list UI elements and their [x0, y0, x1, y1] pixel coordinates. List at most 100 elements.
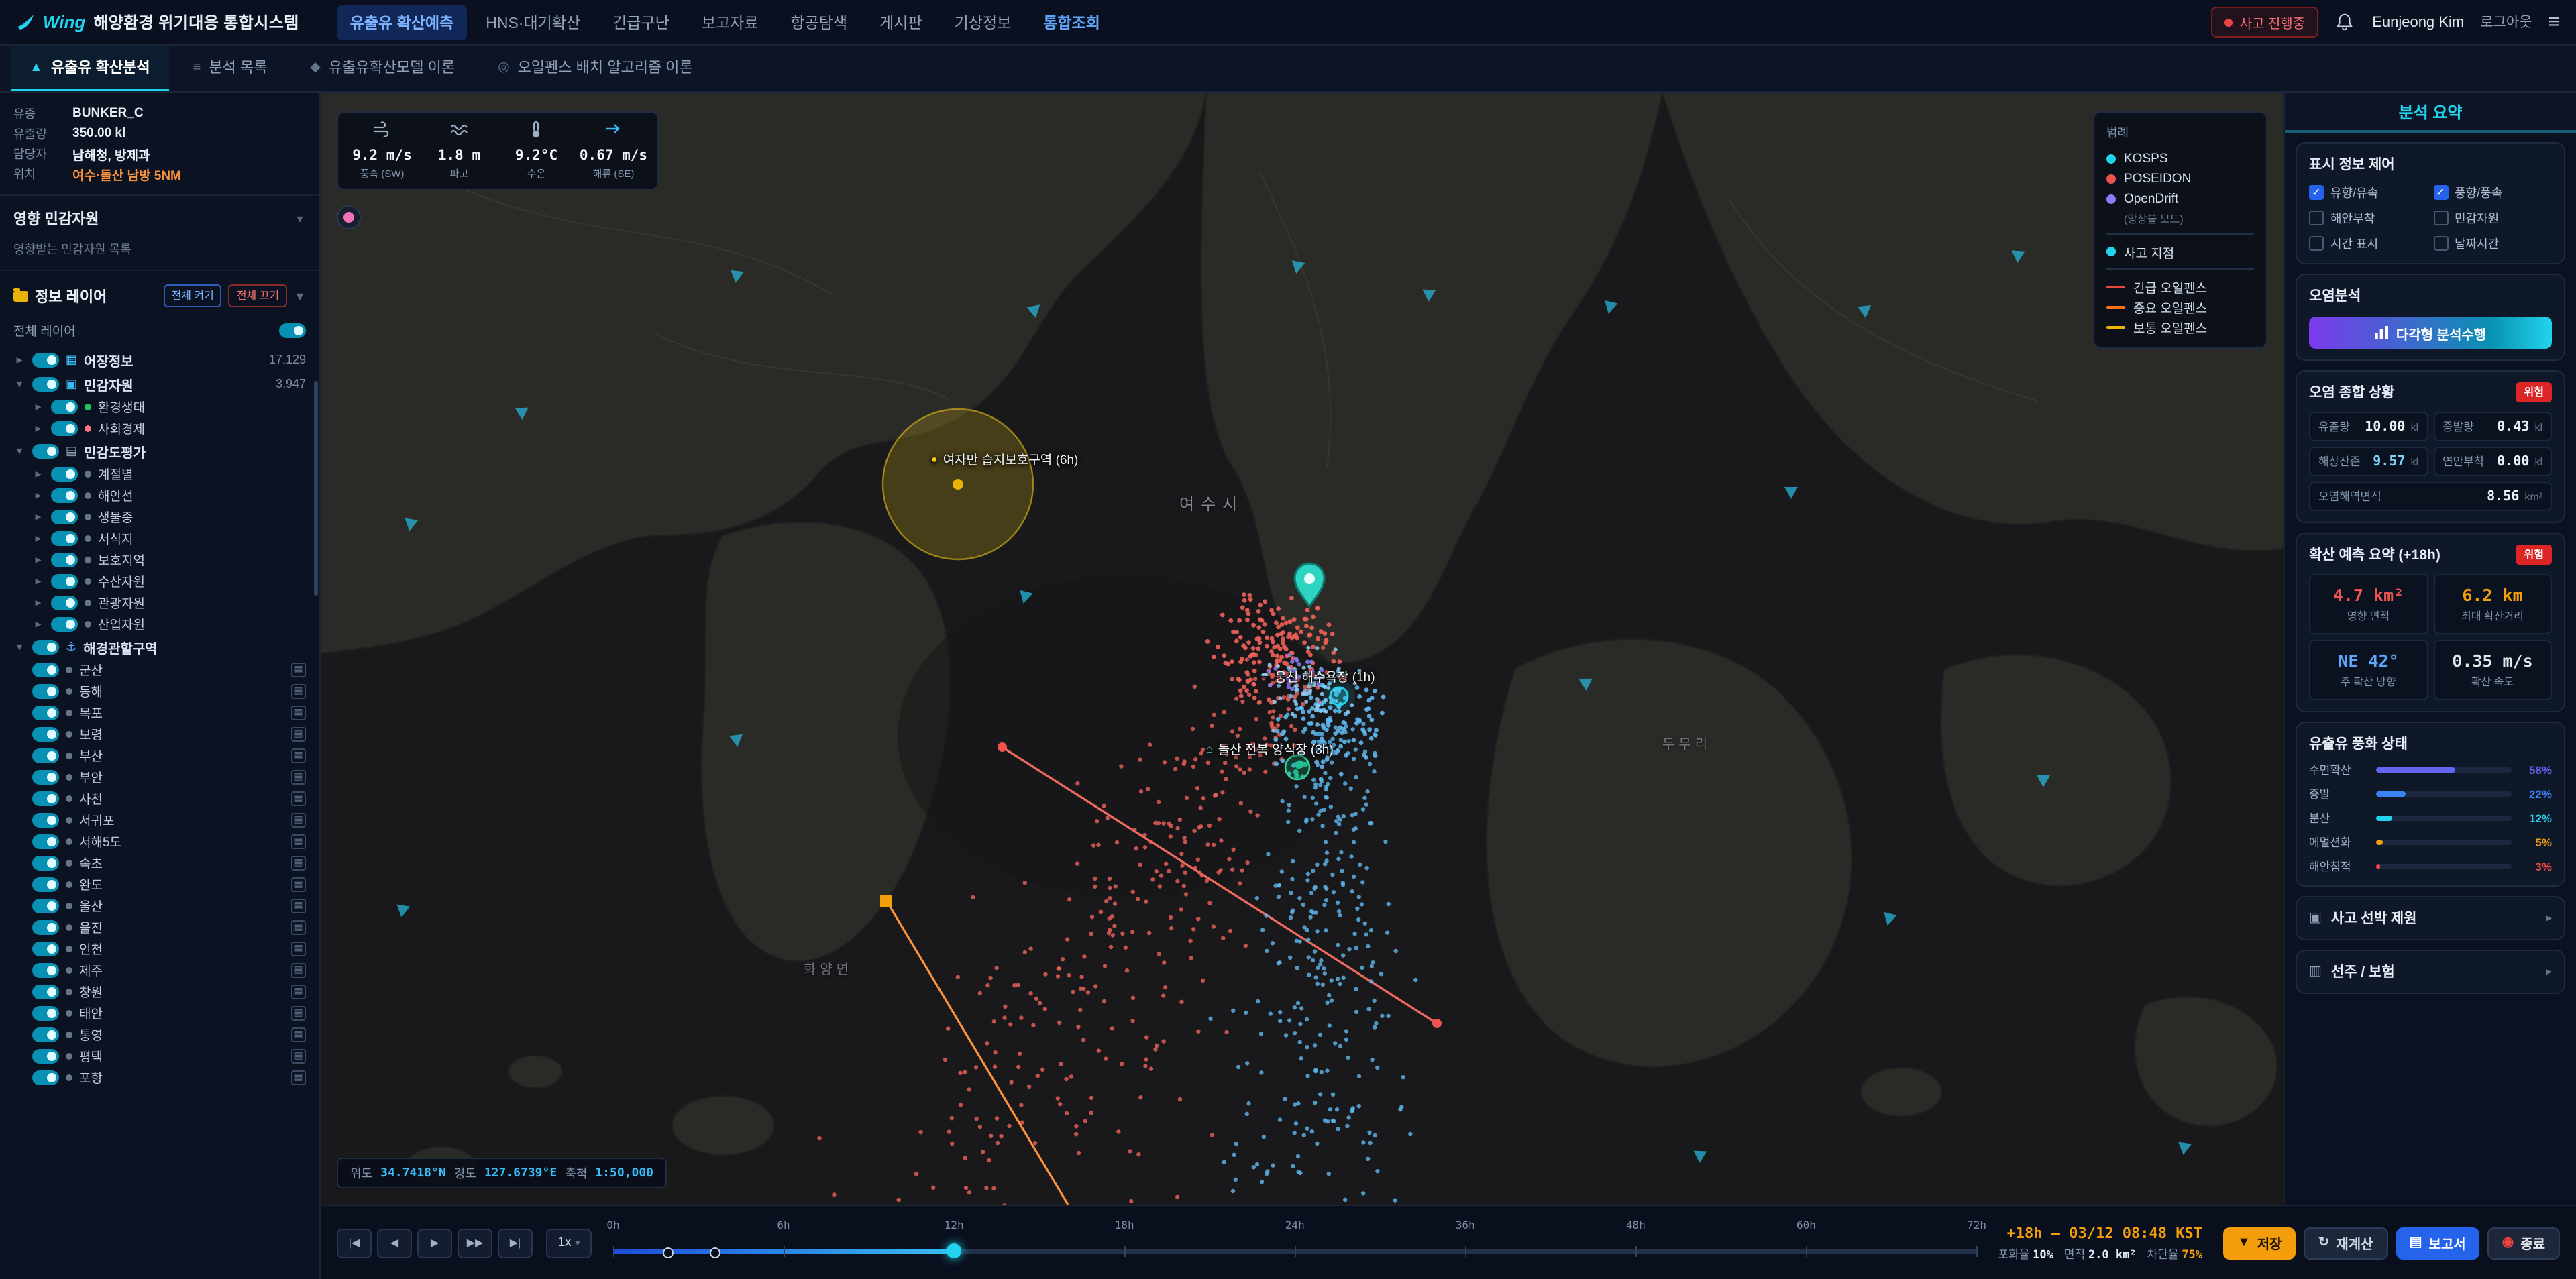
layer-item-toggle[interactable]	[32, 791, 59, 805]
nav-item[interactable]: 보고자료	[688, 5, 772, 40]
nav-item[interactable]: 통합조회	[1030, 5, 1114, 40]
caret-icon[interactable]: ▸	[32, 573, 44, 588]
fence-deploy-marker[interactable]	[710, 1247, 720, 1258]
fence-deploy-marker[interactable]	[662, 1247, 673, 1258]
layer-item-row[interactable]: 서해5도▦	[0, 830, 319, 852]
display-option[interactable]: 날짜시간	[2433, 235, 2552, 252]
layer-item-row[interactable]: ▸환경생태	[0, 396, 319, 417]
layer-item-row[interactable]: 제주▦	[0, 959, 319, 981]
all-on-button[interactable]: 전체 켜기	[163, 284, 221, 307]
layer-item-toggle[interactable]	[32, 877, 59, 891]
master-layer-toggle[interactable]	[279, 323, 306, 337]
checkbox[interactable]: ✓	[2433, 185, 2448, 200]
layer-detail-button[interactable]: ▦	[291, 726, 306, 741]
layer-detail-button[interactable]: ▦	[291, 941, 306, 956]
layer-item-toggle[interactable]	[32, 834, 59, 848]
layer-item-row[interactable]: 부산▦	[0, 744, 319, 766]
layer-detail-button[interactable]: ▦	[291, 877, 306, 891]
layer-item-toggle[interactable]	[51, 552, 78, 567]
nav-item[interactable]: HNS·대기확산	[472, 5, 594, 40]
layer-item-toggle[interactable]	[32, 1048, 59, 1063]
caret-icon[interactable]: ▸	[32, 616, 44, 631]
layer-item-row[interactable]: 울산▦	[0, 895, 319, 916]
tab[interactable]: ≡분석 목록	[174, 46, 286, 91]
user-name[interactable]: Eunjeong Kim	[2372, 14, 2464, 30]
layer-group-row[interactable]: ▸▦어장정보17,129	[0, 347, 319, 372]
layer-item-toggle[interactable]	[51, 399, 78, 414]
layer-detail-button[interactable]: ▦	[291, 834, 306, 848]
layer-item-toggle[interactable]	[32, 1027, 59, 1042]
layer-item-toggle[interactable]	[32, 726, 59, 741]
caret-icon[interactable]: ▾	[13, 639, 25, 654]
layer-group-row[interactable]: ▾▣민감자원3,947	[0, 372, 319, 396]
layer-item-row[interactable]: 평택▦	[0, 1045, 319, 1066]
nav-item[interactable]: 기상정보	[941, 5, 1025, 40]
layer-item-row[interactable]: ▸수산자원	[0, 570, 319, 592]
layer-item-row[interactable]: ▸보호지역	[0, 549, 319, 570]
layer-item-toggle[interactable]	[32, 962, 59, 977]
layer-detail-button[interactable]: ▦	[291, 1005, 306, 1020]
layer-item-row[interactable]: 보령▦	[0, 723, 319, 744]
layer-item-toggle[interactable]	[32, 748, 59, 763]
logout-button[interactable]: 로그아웃	[2480, 12, 2532, 32]
caret-icon[interactable]: ▸	[32, 488, 44, 502]
display-option[interactable]: ✓유향/유속	[2309, 184, 2428, 201]
checkbox[interactable]	[2309, 236, 2324, 251]
layer-item-row[interactable]: ▸관광자원	[0, 592, 319, 613]
layer-item-toggle[interactable]	[51, 466, 78, 481]
tab[interactable]: ◎오일펜스 배치 알고리즘 이론	[479, 46, 712, 91]
layer-item-row[interactable]: 통영▦	[0, 1023, 319, 1045]
layer-item-row[interactable]: 부안▦	[0, 766, 319, 787]
display-option[interactable]: 해안부착	[2309, 209, 2428, 227]
layer-item-row[interactable]: ▸계절별	[0, 463, 319, 484]
layer-group-row[interactable]: ▾▤민감도평가	[0, 439, 319, 463]
layer-item-toggle[interactable]	[32, 705, 59, 720]
layer-item-row[interactable]: 울진▦	[0, 916, 319, 938]
display-option[interactable]: 민감자원	[2433, 209, 2552, 227]
layer-detail-button[interactable]: ▦	[291, 962, 306, 977]
layer-item-row[interactable]: ▸생물종	[0, 506, 319, 527]
caret-icon[interactable]: ▾	[13, 443, 25, 458]
저장-button[interactable]: ▼저장	[2224, 1227, 2296, 1259]
display-option[interactable]: 시간 표시	[2309, 235, 2428, 252]
caret-icon[interactable]: ▸	[32, 595, 44, 610]
layer-item-toggle[interactable]	[51, 573, 78, 588]
layer-item-toggle[interactable]	[51, 488, 78, 502]
layer-toggle[interactable]	[32, 639, 59, 654]
layer-item-row[interactable]: 창원▦	[0, 981, 319, 1002]
caret-icon[interactable]: ▸	[32, 509, 44, 524]
map-canvas[interactable]: 9.2 m/s풍속 (SW)1.8 m파고9.2°C수온0.67 m/s해류 (…	[321, 93, 2284, 1205]
caret-icon[interactable]: ▸	[13, 352, 25, 367]
종료-button[interactable]: ◉종료	[2487, 1227, 2560, 1259]
speed-selector[interactable]: 1x▾	[546, 1228, 592, 1258]
layer-detail-button[interactable]: ▦	[291, 898, 306, 913]
chevron-down-icon[interactable]: ▾	[294, 211, 306, 226]
layer-item-row[interactable]: ▸서식지	[0, 527, 319, 549]
collapsed-section[interactable]: ▥선주 / 보험▸	[2296, 950, 2565, 994]
checkbox[interactable]: ✓	[2309, 185, 2324, 200]
nav-item[interactable]: 유출유 확산예측	[337, 5, 468, 40]
layer-item-toggle[interactable]	[32, 1070, 59, 1085]
tab[interactable]: ◆유출유확산모델 이론	[291, 46, 474, 91]
layer-detail-button[interactable]: ▦	[291, 855, 306, 870]
collapsed-section[interactable]: ▣사고 선박 제원▸	[2296, 896, 2565, 940]
display-option[interactable]: ✓풍향/풍속	[2433, 184, 2552, 201]
play-button[interactable]: ▶	[417, 1228, 452, 1258]
layer-item-toggle[interactable]	[51, 616, 78, 631]
layer-item-toggle[interactable]	[32, 1005, 59, 1020]
all-off-button[interactable]: 전체 끄기	[229, 284, 287, 307]
nav-item[interactable]: 긴급구난	[599, 5, 683, 40]
fast-forward-button[interactable]: ▶▶	[458, 1228, 492, 1258]
checkbox[interactable]	[2309, 211, 2324, 225]
layer-detail-button[interactable]: ▦	[291, 662, 306, 677]
filter-icon[interactable]: ▼	[294, 289, 306, 302]
layer-detail-button[interactable]: ▦	[291, 769, 306, 784]
layer-toggle[interactable]	[32, 443, 59, 458]
caret-icon[interactable]: ▸	[32, 466, 44, 481]
caret-icon[interactable]: ▸	[32, 421, 44, 435]
skip-end-button[interactable]: ▶|	[498, 1228, 533, 1258]
layer-item-row[interactable]: 태안▦	[0, 1002, 319, 1023]
layer-item-row[interactable]: 사천▦	[0, 787, 319, 809]
보고서-button[interactable]: ▤보고서	[2396, 1227, 2479, 1259]
timeline-handle[interactable]	[947, 1243, 961, 1258]
